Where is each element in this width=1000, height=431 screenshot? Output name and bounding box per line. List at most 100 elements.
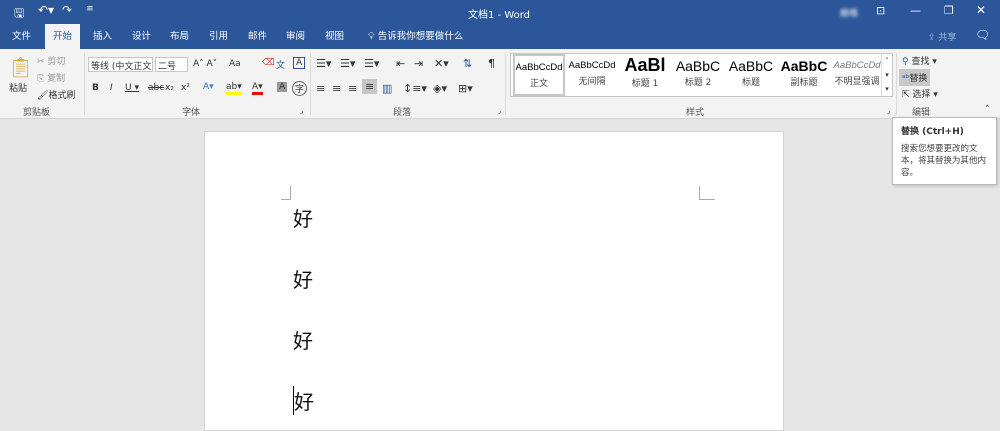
align-left-icon[interactable]: ≡ xyxy=(316,82,325,95)
decrease-indent-icon[interactable]: ⇤ xyxy=(396,57,405,70)
document-page[interactable]: 好 好 好 好 xyxy=(204,131,784,431)
tab-references[interactable]: 引用 xyxy=(201,24,236,49)
replace-button[interactable]: ᵃᵇ替换 xyxy=(899,69,931,86)
select-label: 选择 xyxy=(912,90,931,100)
align-center-icon[interactable]: ≡ xyxy=(332,82,341,95)
style-name: 副标题 xyxy=(790,78,818,88)
paragraph-dialog-launcher[interactable]: ⌟ xyxy=(498,107,501,115)
phonetic-guide-icon[interactable]: 文 xyxy=(276,58,285,71)
collapse-ribbon-icon[interactable]: ˄ xyxy=(985,105,990,115)
shading-icon[interactable]: ◈▾ xyxy=(433,82,447,95)
replace-label: 替换 xyxy=(909,74,928,84)
change-case-button[interactable]: Aa xyxy=(229,59,241,69)
increase-indent-icon[interactable]: ⇥ xyxy=(414,57,423,70)
font-color-icon[interactable]: A▾ xyxy=(252,82,263,95)
select-button[interactable]: ⇱ 选择 ▾ xyxy=(902,87,938,100)
style-no-spacing[interactable]: AaBbCcDd 无间隔 xyxy=(566,54,618,96)
superscript-button[interactable]: x² xyxy=(181,83,190,93)
tab-file[interactable]: 文件 xyxy=(4,24,39,49)
char-shading-icon[interactable]: A xyxy=(277,82,288,92)
comments-icon[interactable]: 🗨︎ xyxy=(975,28,990,42)
grow-font-icon[interactable]: A˄ A˅ xyxy=(193,59,217,69)
tab-home[interactable]: 开始 xyxy=(45,24,81,49)
close-icon[interactable]: ✕ xyxy=(976,3,986,17)
italic-button[interactable]: I xyxy=(110,83,113,93)
divider xyxy=(84,53,85,115)
undo-icon[interactable]: ↶▾ xyxy=(38,3,54,17)
margin-corner-mark xyxy=(699,186,715,200)
tell-me-search[interactable]: 💡︎ 告诉我你想要做什么 xyxy=(360,24,471,49)
numbering-icon[interactable]: ☰▾ xyxy=(340,57,355,70)
ribbon: 📋︎ 粘贴 ✂ 剪切 ⎘ 复制 🖌︎格式刷 剪贴板 等线 (中文正文) 二号 A… xyxy=(0,49,1000,119)
borders-icon[interactable]: ⊞▾ xyxy=(458,82,473,95)
align-right-icon[interactable]: ≡ xyxy=(348,82,357,95)
font-group-label: 字体 xyxy=(182,108,201,118)
ribbon-display-icon[interactable]: ⊡ xyxy=(876,4,885,17)
subscript-button[interactable]: x₂ xyxy=(165,83,174,93)
style-heading2[interactable]: AaBbC 标题 2 xyxy=(672,54,724,96)
style-title[interactable]: AaBbC 标题 xyxy=(725,54,777,96)
copy-button[interactable]: ⎘ 复制 xyxy=(37,71,65,84)
font-dialog-launcher[interactable]: ⌟ xyxy=(300,107,303,115)
style-preview: AaBbCcDd xyxy=(833,60,881,71)
style-preview: AaBbC xyxy=(728,58,774,74)
format-painter-button[interactable]: 🖌︎格式刷 xyxy=(37,88,75,101)
line-spacing-icon[interactable]: ↕≡▾ xyxy=(403,82,427,95)
tab-insert[interactable]: 插入 xyxy=(85,24,120,49)
enclose-char-icon[interactable]: 字 xyxy=(292,81,308,96)
style-normal[interactable]: AaBbCcDd 正文 xyxy=(513,54,565,96)
divider xyxy=(896,53,897,115)
tab-layout[interactable]: 布局 xyxy=(162,24,197,49)
char-border-icon[interactable]: A xyxy=(293,57,306,69)
justify-icon[interactable]: ≡ xyxy=(362,79,378,94)
font-size-select[interactable]: 二号 xyxy=(155,57,188,72)
text-effects-icon[interactable]: A▾ xyxy=(203,82,214,92)
multilevel-list-icon[interactable]: ☰▾ xyxy=(364,57,379,70)
style-subtitle[interactable]: AaBbC 副标题 xyxy=(778,54,830,96)
bullets-icon[interactable]: ☰▾ xyxy=(316,57,331,70)
ribbon-tabs: 文件 开始 插入 设计 布局 引用 邮件 审阅 视图 💡︎ 告诉我你想要做什么 … xyxy=(0,24,1000,49)
styles-dialog-launcher[interactable]: ⌟ xyxy=(887,107,890,115)
distributed-icon[interactable]: ▥ xyxy=(382,82,392,95)
strikethrough-button[interactable]: abc xyxy=(148,83,164,93)
share-button[interactable]: ⇪ 共享 xyxy=(928,30,956,43)
style-preview: AaBl xyxy=(624,55,666,75)
style-subtle-emphasis[interactable]: AaBbCcDd 不明显强调 xyxy=(831,54,883,96)
style-heading1[interactable]: AaBl 标题 1 xyxy=(619,54,671,96)
chinese-layout-icon[interactable]: ✕▾ xyxy=(434,57,449,70)
sort-icon[interactable]: ⇅ xyxy=(463,57,472,70)
divider xyxy=(505,53,506,115)
bold-button[interactable]: B xyxy=(92,83,99,93)
style-preview: AaBbCcDd xyxy=(568,60,616,71)
tab-review[interactable]: 审阅 xyxy=(278,24,313,49)
highlight-icon[interactable]: ab▾ xyxy=(226,82,242,95)
document-line: 好 xyxy=(293,268,313,292)
lightbulb-icon: 💡︎ xyxy=(368,31,375,42)
tab-mailings[interactable]: 邮件 xyxy=(240,24,275,49)
restore-icon[interactable]: ❐ xyxy=(944,4,954,17)
paste-icon[interactable]: 📋︎ xyxy=(8,55,33,79)
find-button[interactable]: ⚲ 查找 ▾ xyxy=(902,54,937,67)
redo-icon[interactable]: ↷ xyxy=(62,3,72,17)
tooltip-body: 搜索您想要更改的文本，将其替换为其他内容。 xyxy=(901,144,987,178)
tab-view[interactable]: 视图 xyxy=(317,24,352,49)
save-icon[interactable]: 🖫 xyxy=(14,4,24,25)
gallery-scroll[interactable]: ˄ ▾ ▾ xyxy=(881,54,892,96)
clear-format-icon[interactable]: ⌫ xyxy=(262,58,275,68)
customize-qat-icon[interactable]: ≡ xyxy=(86,4,94,14)
cut-button[interactable]: ✂ 剪切 xyxy=(37,54,65,67)
copy-label: 复制 xyxy=(47,74,66,84)
style-preview: AaBbC xyxy=(780,58,828,74)
minimize-icon[interactable]: — xyxy=(910,4,921,17)
paste-button[interactable]: 粘贴 xyxy=(9,81,27,94)
style-name: 正文 xyxy=(529,79,548,89)
user-name[interactable]: 赫格 xyxy=(840,6,858,19)
style-preview: AaBbC xyxy=(675,58,721,74)
tab-design[interactable]: 设计 xyxy=(124,24,159,49)
underline-button[interactable]: U ▾ xyxy=(125,83,139,93)
font-name-select[interactable]: 等线 (中文正文) xyxy=(88,57,153,72)
show-marks-icon[interactable]: ¶ xyxy=(488,57,495,70)
document-line: 好 xyxy=(293,386,314,415)
format-painter-label: 格式刷 xyxy=(48,91,76,101)
style-name: 标题 2 xyxy=(684,78,712,88)
